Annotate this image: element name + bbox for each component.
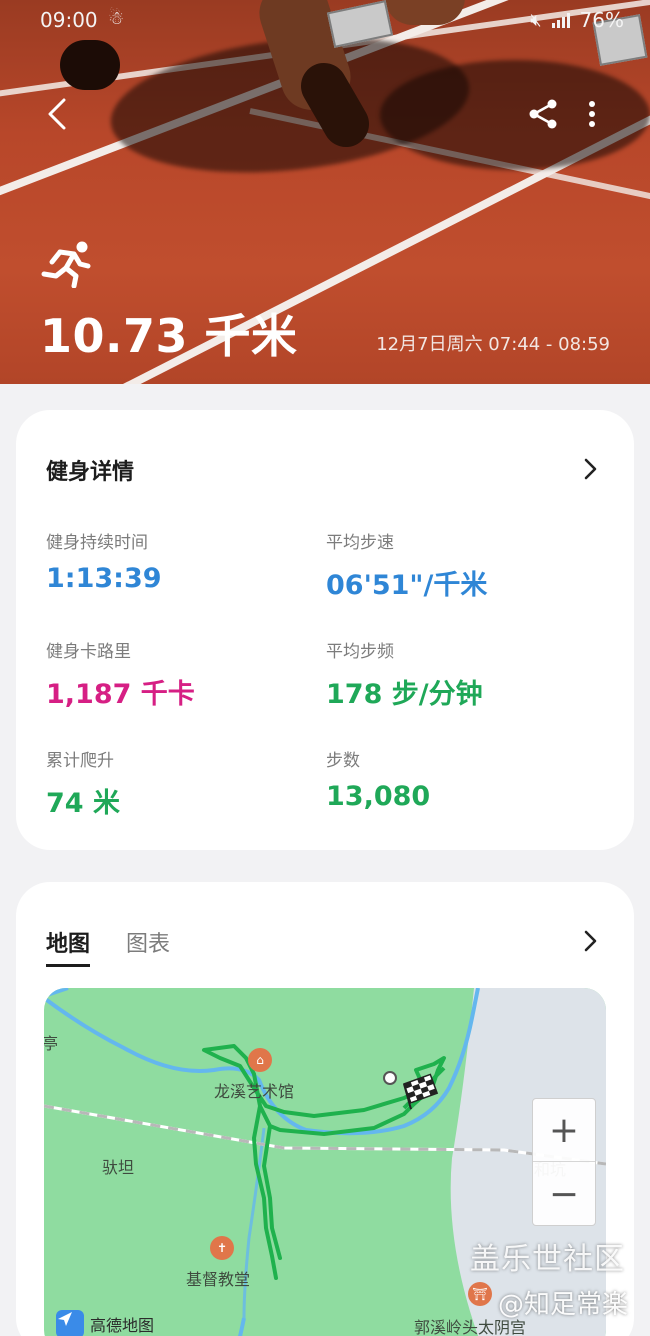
map-label-ting: 亭: [44, 1034, 59, 1053]
zoom-out-button[interactable]: −: [533, 1163, 595, 1226]
distance-value: 10.73 千米: [40, 309, 298, 363]
tab-chart[interactable]: 图表: [126, 926, 170, 958]
notification-icon: ☃: [108, 8, 125, 29]
museum-poi-icon[interactable]: ⌂: [248, 1048, 272, 1072]
back-arrow-icon[interactable]: [38, 92, 78, 136]
hero-banner: 09:00 ☃ 🔇︎ 76% 10.73 千米 12月7日周六 07:44 - …: [0, 0, 650, 384]
status-bar: 09:00 ☃ 🔇︎ 76%: [0, 0, 650, 40]
amap-logo-icon: [56, 1310, 84, 1336]
runner-shadow: [380, 60, 650, 170]
tab-map[interactable]: 地图: [46, 926, 91, 967]
metric-value: 178 步/分钟: [326, 679, 483, 710]
watermark-author: @知足常楽: [498, 1290, 629, 1320]
activity-date-range: 12月7日周六 07:44 - 08:59: [376, 334, 610, 355]
metric-value: 1:13:39: [46, 563, 162, 594]
metric-value: 74 米: [46, 788, 120, 819]
metric-value: 1,187 千卡: [46, 679, 195, 710]
metric-label: 累计爬升: [46, 751, 114, 771]
metric-duration: 健身持续时间 1:13:39: [46, 528, 162, 594]
metric-label: 平均步频: [326, 642, 394, 662]
metric-label: 健身持续时间: [46, 533, 148, 553]
chevron-right-icon[interactable]: [580, 928, 600, 954]
map-label-church: 基督教堂: [186, 1270, 251, 1289]
metric-elevation-gain: 累计爬升 74 米: [46, 746, 120, 820]
chevron-right-icon[interactable]: [580, 456, 600, 482]
metric-steps: 步数 13,080: [326, 746, 430, 812]
metric-value: 13,080: [326, 781, 431, 812]
runner-leg: [60, 40, 120, 90]
temple-poi-icon[interactable]: ⛩: [468, 1282, 492, 1306]
map-provider-logo: 高德地图: [56, 1310, 154, 1336]
map-label-tan: 驮坦: [102, 1158, 135, 1177]
mute-icon: 🔇︎: [530, 9, 542, 31]
metric-avg-pace: 平均步速 06'51"/千米: [326, 528, 487, 602]
status-right: 🔇︎ 76%: [530, 8, 624, 32]
details-title: 健身详情: [46, 460, 135, 485]
map-label-art-museum: 龙溪艺术馆: [214, 1082, 295, 1101]
zoom-controls: + −: [532, 1098, 596, 1226]
status-time: 09:00: [40, 8, 98, 32]
map-provider-name: 高德地图: [90, 1316, 155, 1335]
signal-icon: [551, 12, 570, 28]
metric-label: 健身卡路里: [46, 642, 131, 662]
metric-label: 步数: [326, 751, 360, 771]
running-icon: [41, 241, 91, 288]
more-vertical-icon[interactable]: [580, 96, 604, 132]
metric-value: 06'51"/千米: [326, 570, 488, 601]
zoom-in-button[interactable]: +: [533, 1099, 595, 1162]
battery-level: 76%: [579, 8, 624, 32]
metric-avg-cadence: 平均步频 178 步/分钟: [326, 637, 483, 711]
metric-label: 平均步速: [326, 533, 394, 553]
share-icon[interactable]: [526, 96, 560, 132]
metric-calories: 健身卡路里 1,187 千卡: [46, 637, 195, 711]
workout-details-card: 健身详情 健身持续时间 1:13:39 平均步速 06'51"/千米 健身卡路里…: [16, 410, 634, 850]
watermark-community: 盖乐世社区: [470, 1242, 625, 1277]
church-poi-icon[interactable]: ✝: [210, 1236, 234, 1260]
